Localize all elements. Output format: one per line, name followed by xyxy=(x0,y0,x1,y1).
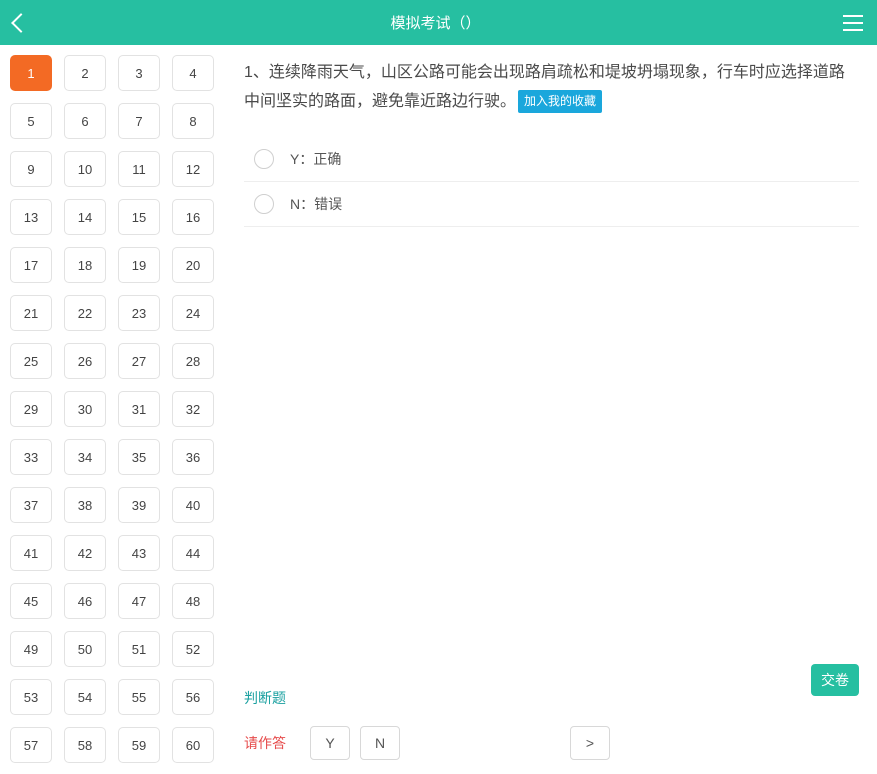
question-nav-item[interactable]: 18 xyxy=(64,247,106,283)
question-panel: 1、连续降雨天气，山区公路可能会出现路肩疏松和堤坡坍塌现象，行车时应选择道路中间… xyxy=(222,45,877,774)
question-nav-item[interactable]: 10 xyxy=(64,151,106,187)
question-nav-item[interactable]: 8 xyxy=(172,103,214,139)
question-nav-item[interactable]: 42 xyxy=(64,535,106,571)
answer-option-label: N：错误 xyxy=(290,194,342,214)
question-nav-item[interactable]: 50 xyxy=(64,631,106,667)
question-nav-item[interactable]: 43 xyxy=(118,535,160,571)
question-nav-item[interactable]: 54 xyxy=(64,679,106,715)
question-nav-item[interactable]: 30 xyxy=(64,391,106,427)
question-nav-item[interactable]: 47 xyxy=(118,583,160,619)
question-nav-item[interactable]: 32 xyxy=(172,391,214,427)
question-nav-item[interactable]: 31 xyxy=(118,391,160,427)
question-nav-item[interactable]: 3 xyxy=(118,55,160,91)
answer-options: Y：正确 N：错误 xyxy=(244,137,859,227)
question-nav-item[interactable]: 55 xyxy=(118,679,160,715)
question-nav-item[interactable]: 19 xyxy=(118,247,160,283)
question-text: 1、连续降雨天气，山区公路可能会出现路肩疏松和堤坡坍塌现象，行车时应选择道路中间… xyxy=(244,59,859,117)
question-nav-item[interactable]: 25 xyxy=(10,343,52,379)
question-nav-item[interactable]: 57 xyxy=(10,727,52,763)
app-header: 模拟考试（） xyxy=(0,0,877,45)
next-question-button[interactable]: > xyxy=(570,726,610,760)
question-nav-item[interactable]: 1 xyxy=(10,55,52,91)
question-nav-item[interactable]: 14 xyxy=(64,199,106,235)
question-nav-item[interactable]: 40 xyxy=(172,487,214,523)
radio-icon xyxy=(254,194,274,214)
question-nav-item[interactable]: 27 xyxy=(118,343,160,379)
answer-footer: 请作答 Y N > xyxy=(244,716,859,774)
question-nav-item[interactable]: 12 xyxy=(172,151,214,187)
question-nav-item[interactable]: 56 xyxy=(172,679,214,715)
question-nav-item[interactable]: 13 xyxy=(10,199,52,235)
question-nav-item[interactable]: 16 xyxy=(172,199,214,235)
question-nav-item[interactable]: 44 xyxy=(172,535,214,571)
question-nav-item[interactable]: 35 xyxy=(118,439,160,475)
question-nav-item[interactable]: 52 xyxy=(172,631,214,667)
question-nav-item[interactable]: 34 xyxy=(64,439,106,475)
radio-icon xyxy=(254,149,274,169)
answer-option[interactable]: Y：正确 xyxy=(244,137,859,182)
question-nav-item[interactable]: 58 xyxy=(64,727,106,763)
question-nav-item[interactable]: 9 xyxy=(10,151,52,187)
question-nav-item[interactable]: 46 xyxy=(64,583,106,619)
answer-option-label: Y：正确 xyxy=(290,149,341,169)
question-type-label: 判断题 xyxy=(244,688,859,716)
question-nav-item[interactable]: 39 xyxy=(118,487,160,523)
answer-button-n[interactable]: N xyxy=(360,726,400,760)
question-nav-item[interactable]: 4 xyxy=(172,55,214,91)
question-nav-item[interactable]: 22 xyxy=(64,295,106,331)
answer-button-y[interactable]: Y xyxy=(310,726,350,760)
question-nav-item[interactable]: 17 xyxy=(10,247,52,283)
question-nav-item[interactable]: 59 xyxy=(118,727,160,763)
question-number: 1 xyxy=(244,64,253,81)
question-nav-item[interactable]: 45 xyxy=(10,583,52,619)
question-nav-item[interactable]: 38 xyxy=(64,487,106,523)
question-nav-item[interactable]: 23 xyxy=(118,295,160,331)
back-icon[interactable] xyxy=(11,13,31,33)
menu-icon[interactable] xyxy=(843,15,863,31)
question-nav-item[interactable]: 7 xyxy=(118,103,160,139)
answer-option[interactable]: N：错误 xyxy=(244,182,859,227)
question-nav-item[interactable]: 6 xyxy=(64,103,106,139)
question-nav-item[interactable]: 33 xyxy=(10,439,52,475)
submit-exam-button[interactable]: 交卷 xyxy=(811,664,859,696)
question-nav-item[interactable]: 53 xyxy=(10,679,52,715)
add-favorite-button[interactable]: 加入我的收藏 xyxy=(518,90,602,114)
question-nav-item[interactable]: 28 xyxy=(172,343,214,379)
question-nav-item[interactable]: 15 xyxy=(118,199,160,235)
question-nav-item[interactable]: 21 xyxy=(10,295,52,331)
page-title: 模拟考试（） xyxy=(390,12,480,33)
question-nav-item[interactable]: 51 xyxy=(118,631,160,667)
question-nav-item[interactable]: 26 xyxy=(64,343,106,379)
question-nav-item[interactable]: 11 xyxy=(118,151,160,187)
question-nav-item[interactable]: 37 xyxy=(10,487,52,523)
question-nav-item[interactable]: 48 xyxy=(172,583,214,619)
question-nav-item[interactable]: 49 xyxy=(10,631,52,667)
question-nav-item[interactable]: 36 xyxy=(172,439,214,475)
question-nav-item[interactable]: 29 xyxy=(10,391,52,427)
question-nav-item[interactable]: 5 xyxy=(10,103,52,139)
question-nav-item[interactable]: 41 xyxy=(10,535,52,571)
question-nav-item[interactable]: 60 xyxy=(172,727,214,763)
question-nav-item[interactable]: 2 xyxy=(64,55,106,91)
question-nav-item[interactable]: 20 xyxy=(172,247,214,283)
question-nav-item[interactable]: 24 xyxy=(172,295,214,331)
answer-hint: 请作答 xyxy=(244,733,286,753)
question-nav-sidebar[interactable]: 1234567891011121314151617181920212223242… xyxy=(0,45,222,774)
